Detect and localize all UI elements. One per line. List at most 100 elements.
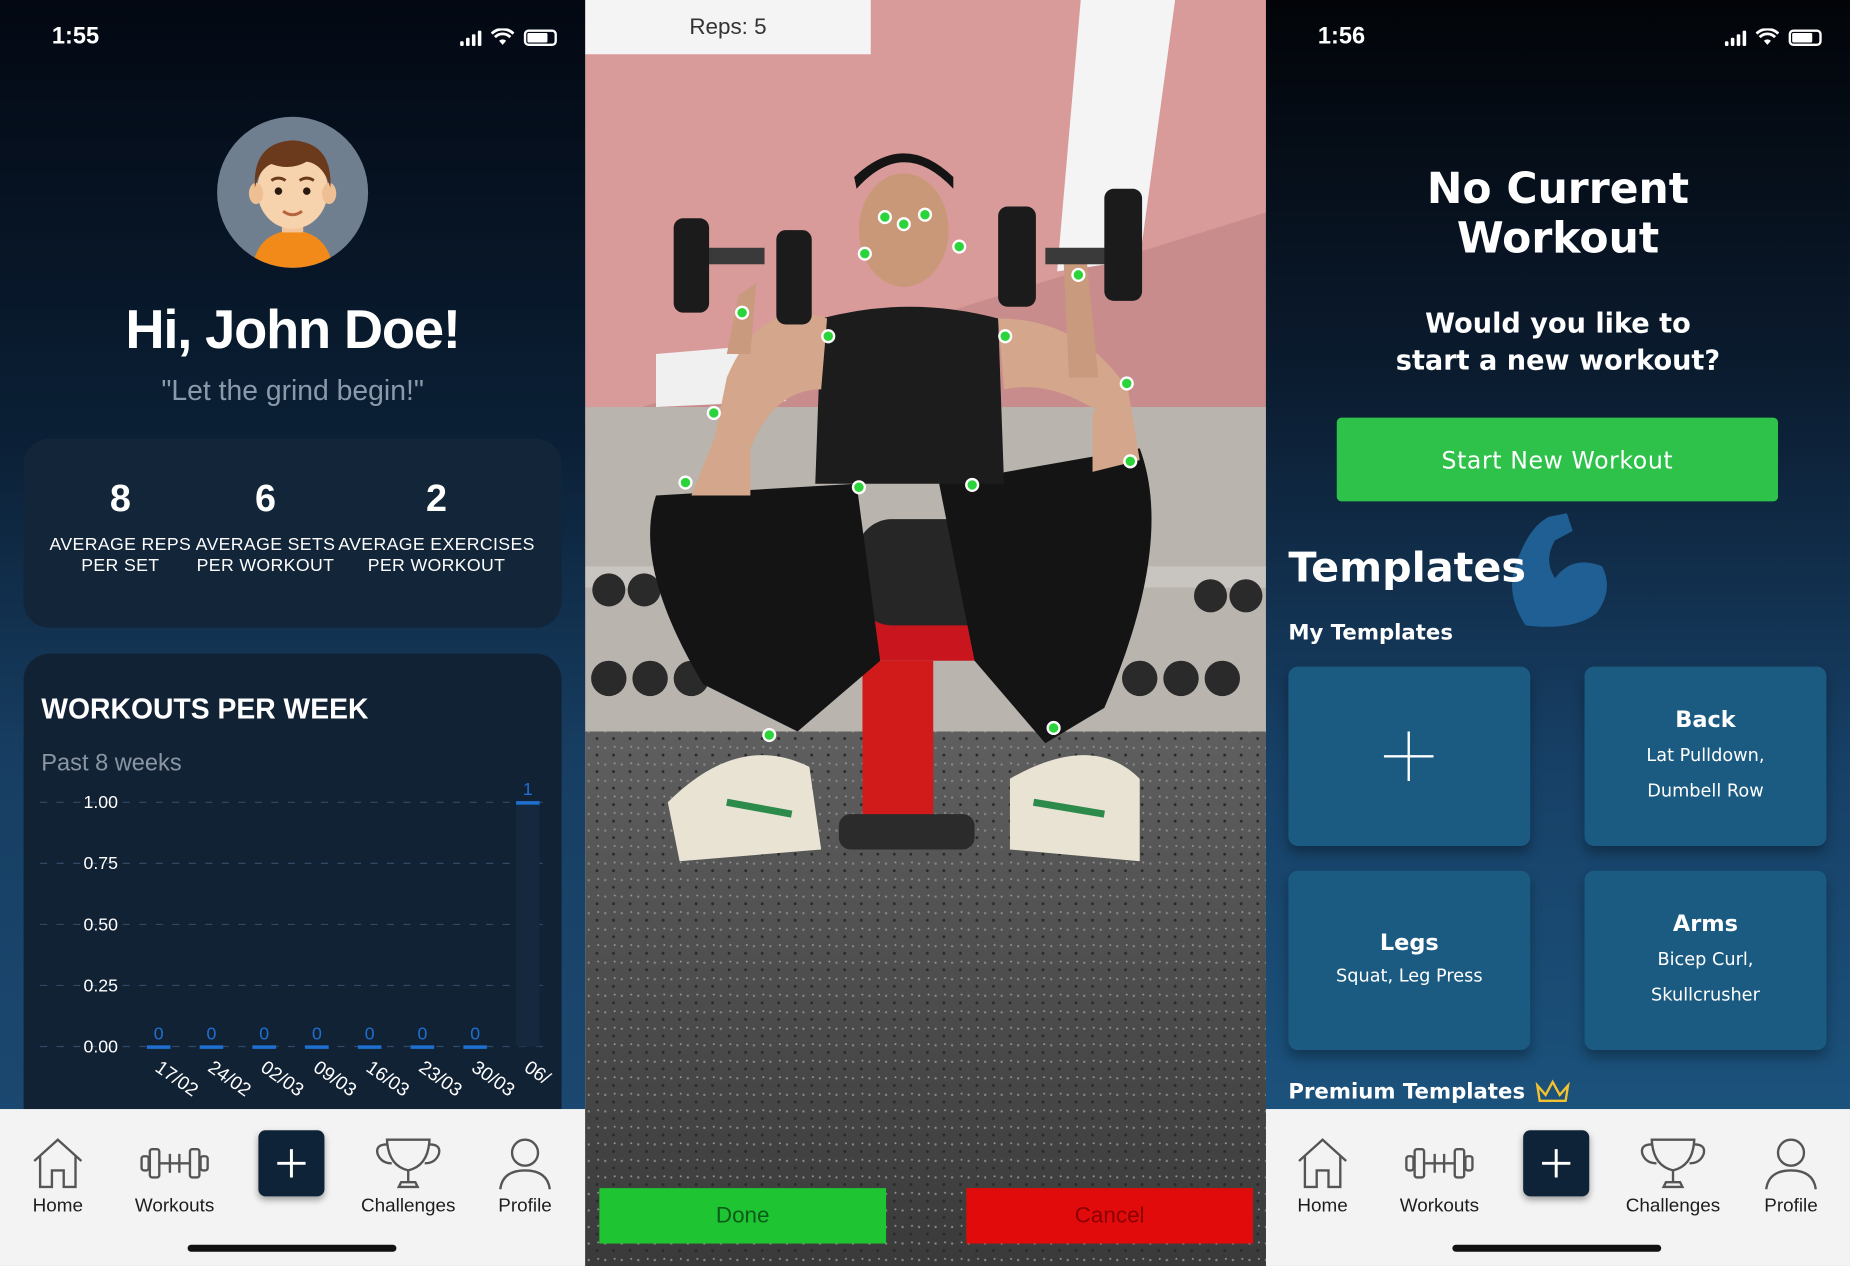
x-tick-label: 23/03 bbox=[415, 1056, 466, 1100]
data-label: 0 bbox=[470, 1023, 480, 1043]
avatar[interactable] bbox=[217, 116, 369, 268]
camera-feed-image bbox=[585, 0, 1266, 1266]
y-tick-label: 0.50 bbox=[84, 914, 119, 934]
dumbbell-icon bbox=[1405, 1147, 1474, 1179]
x-tick-label: 06/ bbox=[521, 1056, 555, 1089]
nav-profile[interactable]: Profile bbox=[472, 1135, 578, 1218]
stat-avg-exercises: 2 AVERAGE EXERCISES PER WORKOUT bbox=[337, 477, 535, 577]
y-tick-label: 0.25 bbox=[84, 975, 119, 995]
home-indicator bbox=[1452, 1244, 1662, 1252]
stats-card: 8 AVERAGE REPS PER SET 6 AVERAGE SETS PER … bbox=[23, 438, 562, 628]
profile-icon bbox=[499, 1138, 551, 1190]
data-label: 0 bbox=[154, 1023, 164, 1043]
data-label: 1 bbox=[523, 779, 533, 799]
template-exercises: Squat, Leg Press bbox=[1336, 965, 1483, 987]
template-exercises: Skullcrusher bbox=[1651, 983, 1760, 1006]
nav-label: Profile bbox=[498, 1196, 552, 1217]
done-button[interactable]: Done bbox=[599, 1188, 887, 1244]
add-workout-button[interactable] bbox=[258, 1130, 325, 1197]
greeting-title: Hi, John Doe! bbox=[125, 298, 461, 360]
premium-templates-label: Premium Templates bbox=[1288, 1078, 1570, 1104]
premium-label-text: Premium Templates bbox=[1288, 1078, 1526, 1104]
stat-label: PER WORKOUT bbox=[367, 555, 506, 576]
trophy-icon bbox=[1640, 1138, 1706, 1189]
x-tick-label: 16/03 bbox=[363, 1056, 414, 1100]
nav-challenges[interactable]: Challenges bbox=[355, 1135, 461, 1218]
stat-value: 2 bbox=[426, 476, 448, 520]
no-workout-title: No Current Workout bbox=[1426, 165, 1690, 264]
plus-icon bbox=[277, 1149, 306, 1178]
status-bar: 1:56 bbox=[1266, 21, 1850, 56]
plus-icon bbox=[1542, 1149, 1571, 1178]
template-name: Arms bbox=[1672, 910, 1739, 937]
cancel-button[interactable]: Cancel bbox=[966, 1188, 1253, 1244]
nav-profile[interactable]: Profile bbox=[1738, 1135, 1844, 1218]
home-screen: 1:55 Hi, John Doe! "Let the grind begin!… bbox=[0, 0, 586, 1266]
wifi-icon bbox=[490, 28, 515, 45]
start-new-workout-button[interactable]: Start New Workout bbox=[1336, 417, 1779, 502]
y-tick-label: 0.75 bbox=[84, 853, 119, 873]
stat-label: AVERAGE REPS bbox=[49, 534, 192, 555]
add-workout-button[interactable] bbox=[1523, 1130, 1590, 1197]
home-indicator bbox=[187, 1244, 397, 1252]
x-tick-label: 09/03 bbox=[310, 1056, 361, 1100]
stat-label: PER WORKOUT bbox=[196, 555, 335, 576]
trophy-icon bbox=[376, 1138, 441, 1189]
stat-value: 8 bbox=[109, 476, 131, 520]
wifi-icon bbox=[1755, 28, 1780, 45]
y-tick-label: 1.00 bbox=[84, 792, 119, 812]
data-label: 0 bbox=[365, 1023, 375, 1043]
nav-workouts[interactable]: Workouts bbox=[122, 1135, 228, 1218]
template-exercises: Lat Pulldown, bbox=[1646, 744, 1765, 766]
nav-label: Workouts bbox=[134, 1196, 215, 1217]
battery-icon bbox=[1788, 28, 1822, 46]
data-label: 0 bbox=[259, 1023, 269, 1043]
workouts-bar-chart: 1.000.750.500.250.00017/02024/02002/0300… bbox=[40, 779, 555, 1100]
workouts-per-week-card: WORKOUTS PER WEEK Past 8 weeks 1.00 0.75 0… bbox=[23, 653, 562, 1150]
start-workout-question: Would you like to start a new workout? bbox=[1395, 309, 1721, 377]
bar bbox=[305, 1045, 329, 1049]
home-icon bbox=[1298, 1138, 1347, 1189]
stat-label: AVERAGE SETS bbox=[195, 534, 336, 555]
home-icon bbox=[33, 1138, 83, 1189]
plus-icon bbox=[1383, 731, 1434, 782]
workout-screen: 1:56 No Current Workout Would you like t… bbox=[1265, 0, 1850, 1266]
nav-challenges[interactable]: Challenges bbox=[1620, 1135, 1726, 1218]
status-time: 1:56 bbox=[1317, 23, 1366, 50]
avatar-face-icon bbox=[248, 140, 337, 268]
bar bbox=[410, 1045, 435, 1049]
x-tick-label: 30/03 bbox=[468, 1056, 519, 1100]
nav-workouts[interactable]: Workouts bbox=[1386, 1135, 1492, 1218]
my-templates-label: My Templates bbox=[1288, 620, 1453, 646]
nav-label: Profile bbox=[1764, 1196, 1818, 1217]
nav-home[interactable]: Home bbox=[1270, 1135, 1376, 1218]
stat-avg-sets: 6 AVERAGE SETS PER WORKOUT bbox=[192, 477, 338, 577]
nav-home[interactable]: Home bbox=[5, 1135, 111, 1218]
bar bbox=[146, 1045, 171, 1049]
templates-title: Templates bbox=[1288, 545, 1527, 593]
x-tick-label: 02/03 bbox=[257, 1056, 308, 1100]
y-tick-label: 0.00 bbox=[84, 1036, 119, 1056]
bottom-nav: Home Workouts Challenges Profile bbox=[0, 1109, 586, 1266]
template-card-back[interactable]: Back Lat Pulldown, Dumbell Row bbox=[1584, 666, 1827, 846]
template-card-legs[interactable]: Legs Squat, Leg Press bbox=[1288, 870, 1531, 1051]
reps-counter: Reps: 5 bbox=[585, 0, 871, 55]
template-exercises: Dumbell Row bbox=[1647, 779, 1764, 802]
camera-screen: Reps: 5 Done Cancel bbox=[585, 0, 1266, 1266]
status-bar: 1:55 bbox=[0, 21, 585, 56]
crown-icon bbox=[1535, 1079, 1570, 1102]
nav-label: Workouts bbox=[1399, 1196, 1480, 1217]
dumbbell-icon bbox=[140, 1147, 209, 1179]
battery-icon bbox=[523, 28, 557, 46]
bar bbox=[516, 802, 540, 1047]
status-time: 1:55 bbox=[51, 23, 100, 50]
template-card-arms[interactable]: Arms Bicep Curl, Skullcrusher bbox=[1584, 870, 1827, 1051]
nav-label: Challenges bbox=[1625, 1196, 1721, 1217]
stat-value: 6 bbox=[254, 476, 276, 520]
bar bbox=[357, 1045, 382, 1049]
bar bbox=[252, 1045, 276, 1049]
nav-label: Home bbox=[32, 1196, 83, 1217]
bottom-nav: Home Workouts Challenges Profile bbox=[1265, 1109, 1850, 1266]
signal-icon bbox=[460, 29, 482, 46]
add-template-card[interactable] bbox=[1288, 666, 1531, 846]
